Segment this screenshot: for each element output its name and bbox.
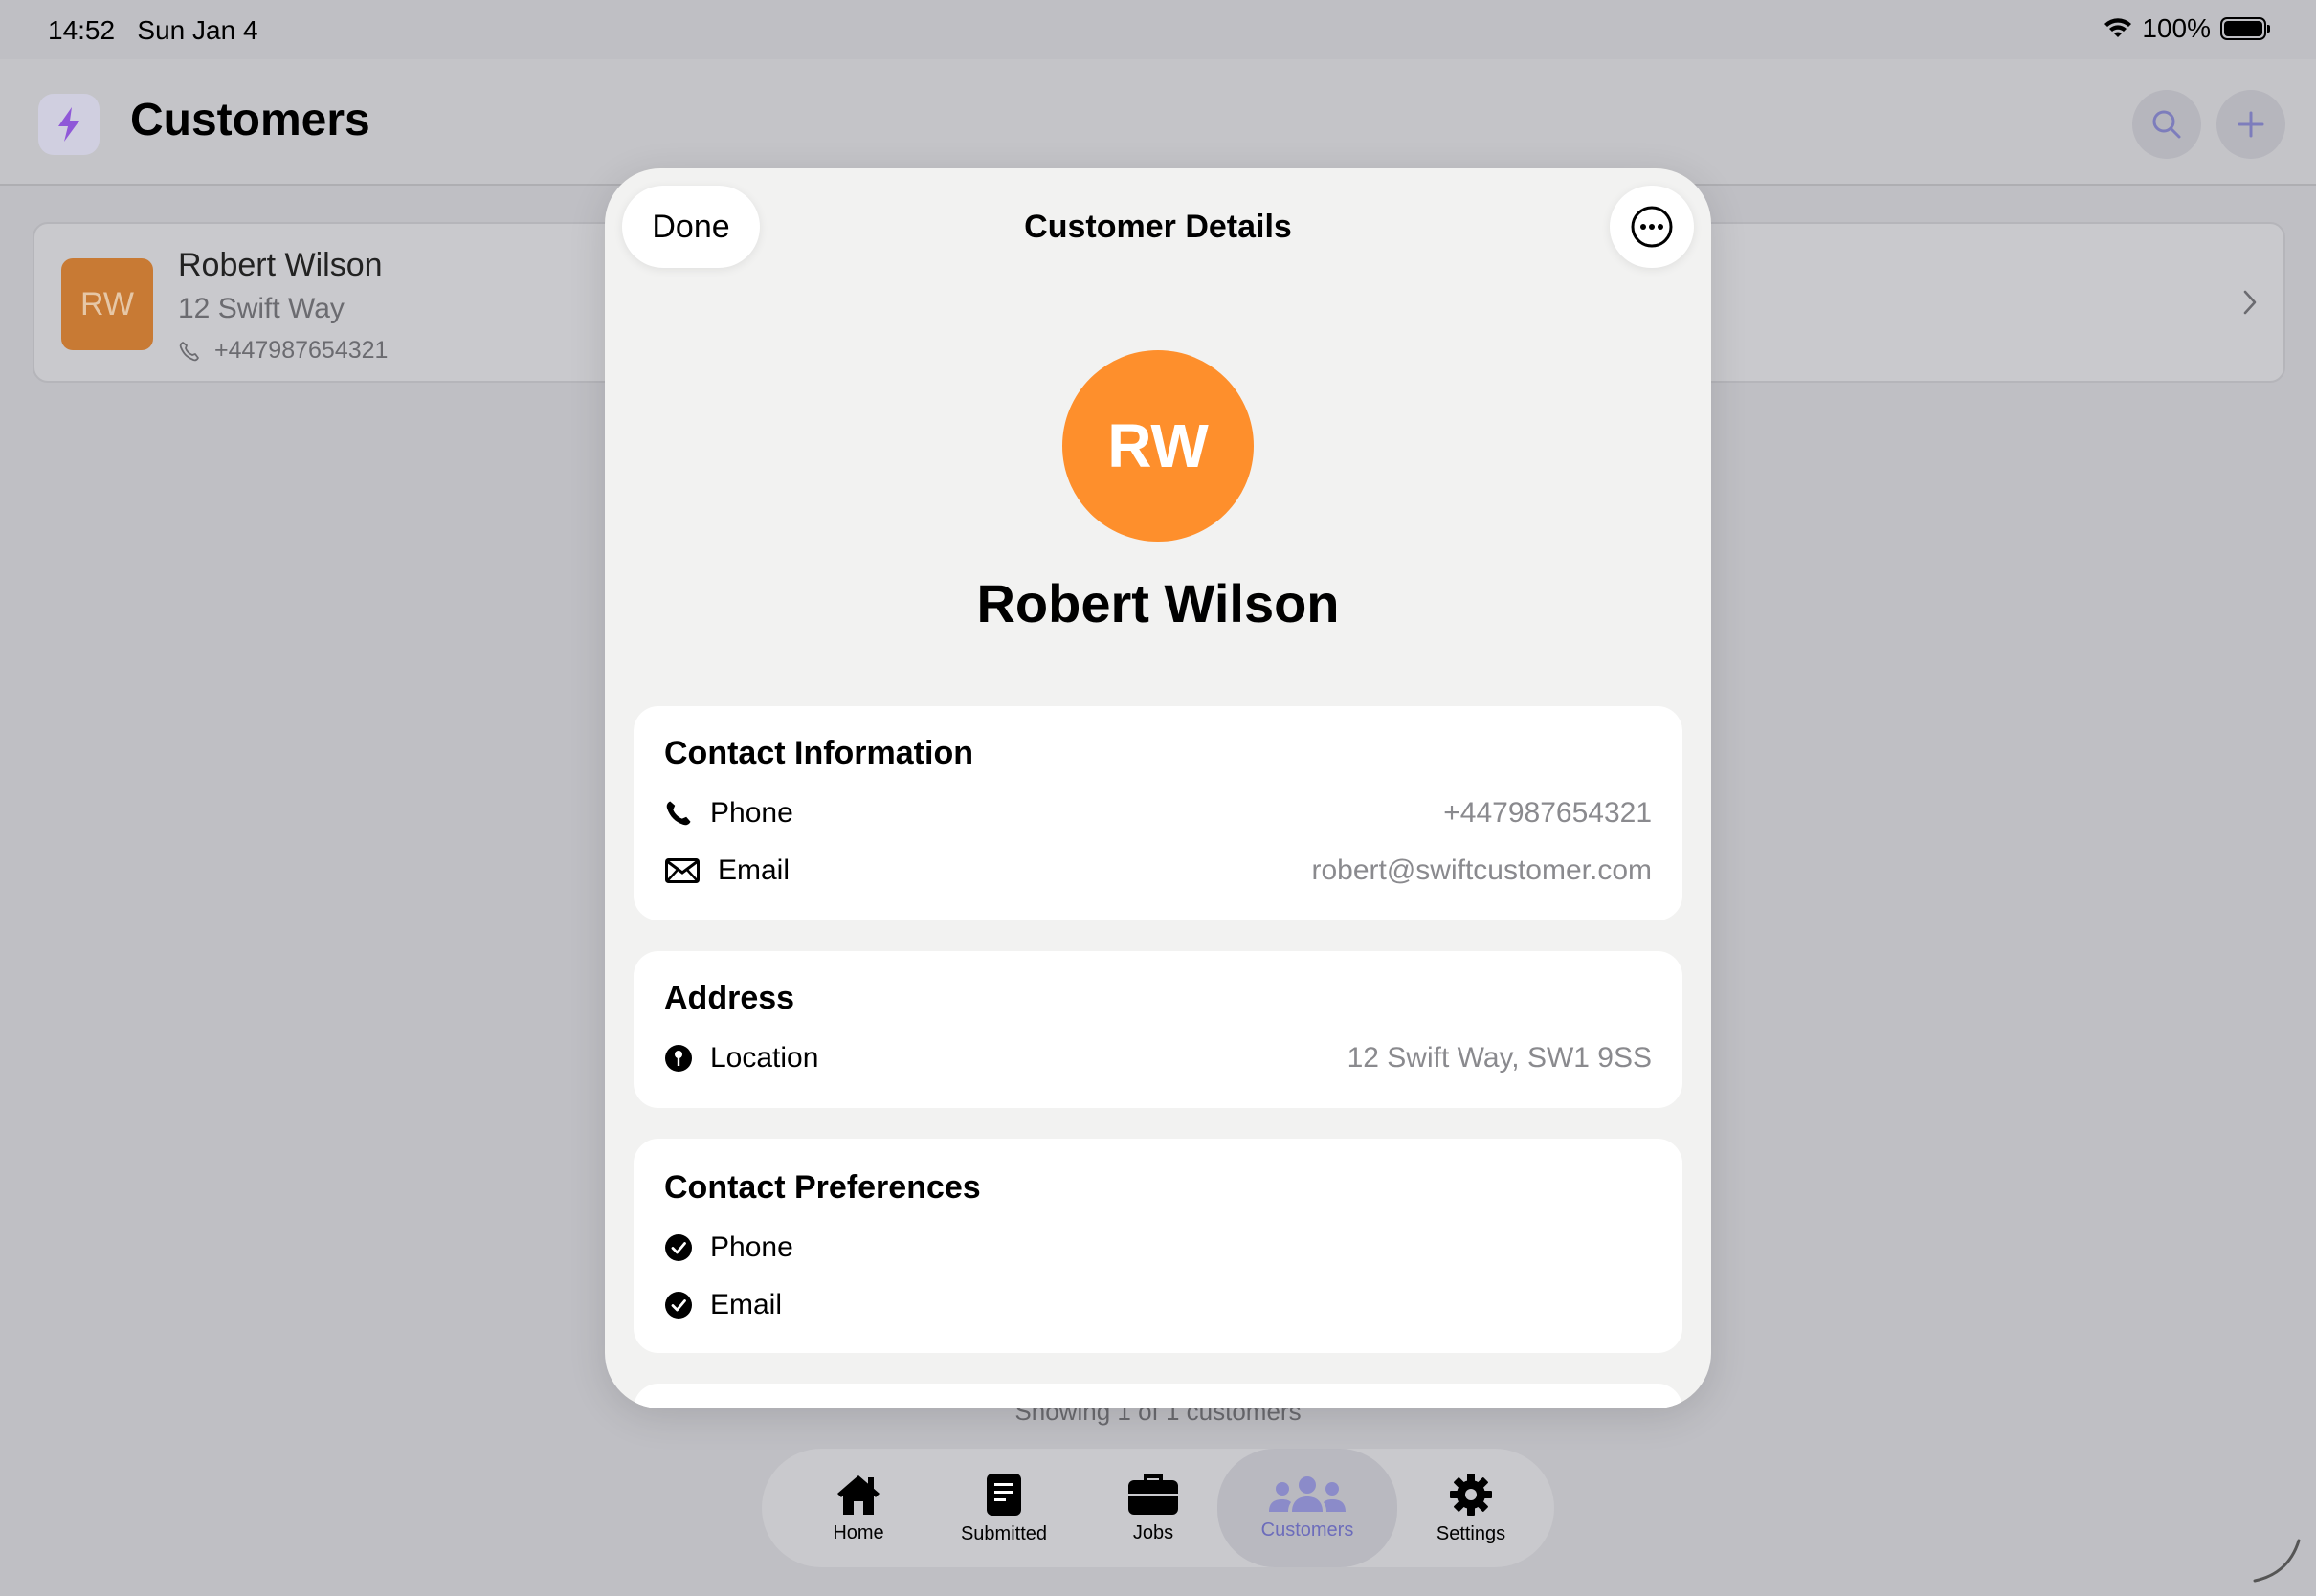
document-icon bbox=[987, 1473, 1021, 1516]
section-title: Contact Information bbox=[664, 735, 973, 771]
tab-customers[interactable]: Customers bbox=[1217, 1449, 1397, 1567]
phone-icon bbox=[664, 799, 693, 828]
briefcase-icon bbox=[1128, 1474, 1178, 1515]
resize-handle-icon[interactable] bbox=[2249, 1529, 2306, 1586]
status-bar: 14:52 Sun Jan 4 100% bbox=[0, 0, 2316, 59]
email-value[interactable]: robert@swiftcustomer.com bbox=[1311, 854, 1652, 887]
checkmark-circle-icon bbox=[664, 1233, 693, 1262]
ellipsis-circle-icon bbox=[1631, 206, 1673, 248]
customer-phone-row: +447987654321 bbox=[178, 337, 388, 365]
plus-icon bbox=[2238, 111, 2264, 138]
location-label: Location bbox=[710, 1042, 819, 1074]
house-icon bbox=[837, 1474, 880, 1515]
preference-email-row: Email bbox=[664, 1284, 1652, 1326]
tab-label: Settings bbox=[1436, 1522, 1506, 1544]
customer-name-heading: Robert Wilson bbox=[976, 573, 1340, 633]
contact-preferences-card: Contact Preferences Phone Email bbox=[634, 1139, 1682, 1353]
phone-icon bbox=[179, 341, 199, 361]
customer-details-sheet: Done Customer Details RW Robert Wilson C… bbox=[605, 168, 1711, 1408]
tab-label: Jobs bbox=[1132, 1521, 1174, 1543]
date: Sun Jan 4 bbox=[137, 15, 258, 45]
contact-information-card: Contact Information Phone +447987654321 … bbox=[634, 706, 1682, 920]
next-section-card bbox=[634, 1384, 1682, 1408]
add-customer-button[interactable] bbox=[2216, 90, 2285, 159]
page-title: Customers bbox=[130, 95, 370, 145]
clock: 14:52 bbox=[48, 15, 116, 45]
status-indicators: 100% bbox=[2104, 13, 2270, 44]
app-logo bbox=[38, 94, 100, 155]
customer-avatar-large: RW bbox=[1062, 350, 1254, 542]
envelope-icon bbox=[664, 856, 701, 885]
tab-jobs[interactable]: Jobs bbox=[1072, 1449, 1235, 1567]
battery-icon bbox=[2220, 17, 2270, 40]
tab-bar: Home Submitted Jobs Customers Settings bbox=[762, 1449, 1554, 1567]
people-icon bbox=[1269, 1475, 1346, 1512]
tab-home[interactable]: Home bbox=[777, 1449, 940, 1567]
customer-phone: +447987654321 bbox=[214, 337, 389, 364]
preference-label: Email bbox=[710, 1289, 783, 1320]
customer-street: 12 Swift Way bbox=[178, 293, 345, 324]
battery-percent: 100% bbox=[2142, 13, 2211, 43]
customer-name: Robert Wilson bbox=[178, 247, 383, 283]
tab-label: Customers bbox=[1260, 1518, 1354, 1541]
phone-row[interactable]: Phone +447987654321 bbox=[664, 792, 1652, 834]
search-icon bbox=[2152, 110, 2181, 139]
location-row[interactable]: Location 12 Swift Way, SW1 9SS bbox=[664, 1037, 1652, 1079]
checkmark-circle-icon bbox=[664, 1291, 693, 1319]
tab-label: Submitted bbox=[960, 1522, 1048, 1544]
tab-label: Home bbox=[833, 1521, 884, 1543]
sheet-title: Customer Details bbox=[1024, 209, 1292, 245]
email-label: Email bbox=[718, 854, 791, 886]
map-pin-icon bbox=[664, 1044, 693, 1073]
chevron-right-icon bbox=[2243, 290, 2257, 315]
section-title: Address bbox=[664, 980, 795, 1016]
phone-label: Phone bbox=[710, 797, 793, 829]
customer-avatar: RW bbox=[61, 258, 153, 350]
address-card: Address Location 12 Swift Way, SW1 9SS bbox=[634, 951, 1682, 1108]
tab-submitted[interactable]: Submitted bbox=[923, 1449, 1085, 1567]
preference-phone-row: Phone bbox=[664, 1227, 1652, 1269]
navigation-bar: Customers bbox=[0, 59, 2316, 186]
gear-icon bbox=[1450, 1473, 1492, 1516]
section-title: Contact Preferences bbox=[664, 1169, 981, 1206]
more-options-button[interactable] bbox=[1610, 186, 1694, 268]
tab-settings[interactable]: Settings bbox=[1390, 1449, 1552, 1567]
wifi-icon bbox=[2104, 18, 2132, 37]
email-row[interactable]: Email robert@swiftcustomer.com bbox=[664, 850, 1652, 892]
status-time: 14:52 Sun Jan 4 bbox=[48, 15, 258, 46]
phone-value[interactable]: +447987654321 bbox=[1443, 797, 1652, 830]
preference-label: Phone bbox=[710, 1231, 793, 1263]
location-value[interactable]: 12 Swift Way, SW1 9SS bbox=[1347, 1042, 1652, 1075]
search-button[interactable] bbox=[2132, 90, 2201, 159]
lightning-icon bbox=[58, 107, 79, 142]
